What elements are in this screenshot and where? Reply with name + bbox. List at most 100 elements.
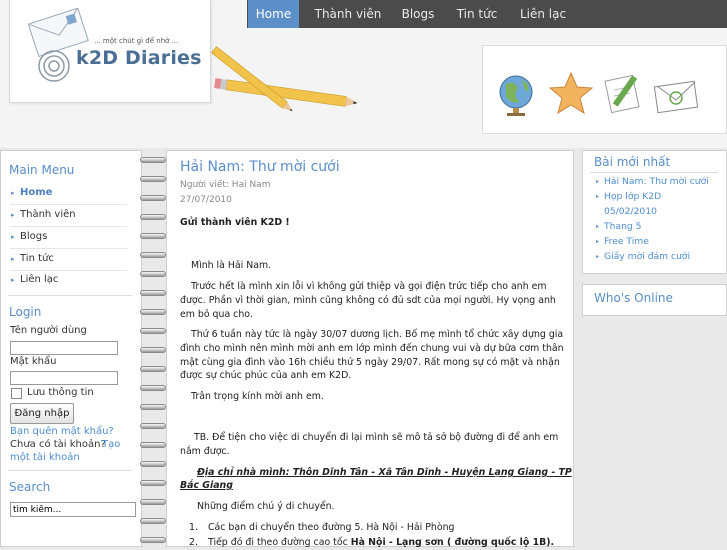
password-label: Mật khẩu [10,356,57,367]
article-paragraph: em bỏ qua cho. [180,309,253,320]
sidebar-item-news[interactable]: ▸ Tin tức [10,249,127,271]
spiral-ring [140,404,166,410]
login-title: Login [9,305,42,319]
arrow-bullet-icon: ▸ [596,223,600,230]
pen-icon[interactable] [602,70,646,116]
spiral-ring [140,214,166,220]
spiral-ring [140,271,166,277]
sidebar-item-members[interactable]: ▸ Thành viên [10,205,127,227]
spiral-ring [140,176,166,182]
sidebar-item-label: Blogs [20,231,48,242]
top-navigation: Home Thành viên Blogs Tin tức Liên lạc [247,0,727,28]
article-paragraph: nắm được. [180,446,230,457]
article-paragraph: Mình là Hải Nam. [191,260,272,271]
spiral-ring [140,423,166,429]
forgot-password-link[interactable]: Bạn quên mật khẩu? [10,426,114,437]
search-title: Search [9,480,51,494]
article-paragraph: Những điểm chú ý di chuyển. [197,501,335,512]
article-date: 27/07/2010 [180,195,232,205]
article-paragraph: Trước hết là mình xin lỗi vì không gửi t… [191,281,547,292]
latest-post-link[interactable]: Free Time [604,236,649,247]
mail-icon[interactable] [652,70,702,116]
sidebar-item-label: Tin tức [20,253,54,264]
list-item: Các bạn di chuyển theo đường 5. Hà Nội -… [208,522,455,533]
article-paragraph: được. Phần vì thời gian, mình cũng không… [180,295,556,306]
search-input[interactable] [10,502,136,517]
spiral-ring [140,347,166,353]
latest-post-link[interactable]: Giấy mời đám cưới [604,251,690,262]
register-link[interactable]: Tạo [102,439,120,450]
remember-label: Lưu thông tin [27,387,94,398]
article-paragraph: Trân trọng kính mời anh em. [191,391,324,402]
spiral-ring [140,537,166,543]
sidebar-item-blogs[interactable]: ▸ Blogs [10,227,127,249]
nav-news[interactable]: Tin tức [451,0,503,28]
site-logo[interactable]: k2D Diaries [76,47,202,69]
spiral-ring [140,290,166,296]
register-link-continued[interactable]: một tài khoản [10,452,80,463]
login-button[interactable]: Đăng nhập [10,403,74,424]
username-field[interactable] [10,341,118,355]
spiral-ring [140,518,166,524]
divider [590,172,718,173]
latest-posts-title: Bài mới nhất [594,155,671,169]
article-title[interactable]: Hải Nam: Thư mời cưới [180,159,340,175]
arrow-bullet-icon: ▸ [596,253,600,260]
list-item-bold: Hà Nội - Lạng sơn ( đường quốc lộ 1B). [350,537,555,548]
spiral-ring [140,309,166,315]
arrow-bullet-icon: ▸ [11,276,15,284]
list-item-text: Tiếp đó đi theo đường cao tốc [208,537,351,548]
list-number: 1. [189,522,198,533]
article-greeting: Gửi thành viên K2D ! [180,217,290,228]
arrow-bullet-icon: ▸ [596,178,600,185]
arrow-bullet-icon: ▸ [596,238,600,245]
spiral-ring [140,252,166,258]
pencil-icon [211,46,358,112]
username-label: Tên người dùng [10,325,87,336]
globe-icon[interactable] [496,70,540,120]
article-paragraph: Thứ 6 tuần này tức là ngày 30/07 dương l… [191,329,564,340]
nav-home[interactable]: Home [248,0,299,28]
spiral-ring [140,385,166,391]
nav-blogs[interactable]: Blogs [396,0,440,28]
spiral-ring [140,328,166,334]
latest-post-link-continued[interactable]: 05/02/2010 [604,206,657,217]
arrow-bullet-icon: ▸ [11,189,15,197]
article-author: Người viết: Hai Nam [180,180,271,190]
remember-checkbox[interactable] [11,388,22,399]
arrow-bullet-icon: ▸ [11,211,15,219]
nav-contact[interactable]: Liên lạc [513,0,573,28]
sidebar-item-label: Liên lạc [20,274,59,285]
divider [8,295,132,296]
spiral-ring [140,442,166,448]
sidebar-item-home[interactable]: ▸ Home [10,183,127,205]
sidebar-item-label: Thành viên [20,209,76,220]
latest-post-link[interactable]: Thang 5 [604,221,642,232]
sidebar-item-contact[interactable]: ▸ Liên lạc [10,270,127,291]
article-address: Địa chỉ nhà mình: Thôn Dĩnh Tân - Xã Tân… [197,467,572,478]
article-paragraph: đình cho mình nên mình mời anh em lớp mì… [180,343,564,354]
spiral-ring [140,366,166,372]
site-tagline: ... một chút gì để nhớ ... [94,37,179,45]
spiral-ring [140,157,166,163]
latest-post-link[interactable]: Hải Nam: Thư mời cưới [604,176,709,187]
spiral-ring [140,499,166,505]
sidebar-item-label: Home [20,187,53,198]
no-account-text: Chưa có tài khoản? [10,439,106,450]
main-menu-title: Main Menu [9,163,75,177]
list-item: Tiếp đó đi theo đường cao tốc Hà Nội - L… [208,535,554,550]
star-icon[interactable] [548,70,594,116]
article-paragraph: được sự chúc phúc của anh em K2D. [180,370,352,381]
password-field[interactable] [10,371,118,385]
spiral-ring [140,461,166,467]
arrow-bullet-icon: ▸ [11,255,15,263]
article-paragraph: TB. Để tiện cho việc di chuyển đi lại mì… [194,432,559,443]
latest-post-link[interactable]: Họp lớp K2D [604,191,661,202]
list-number: 2. [189,537,198,548]
divider [8,470,132,471]
nav-members[interactable]: Thành viên [305,0,391,28]
arrow-bullet-icon: ▸ [11,233,15,241]
whos-online-title: Who's Online [594,291,673,305]
article-address: Bắc Giang [180,480,233,491]
spiral-ring [140,195,166,201]
